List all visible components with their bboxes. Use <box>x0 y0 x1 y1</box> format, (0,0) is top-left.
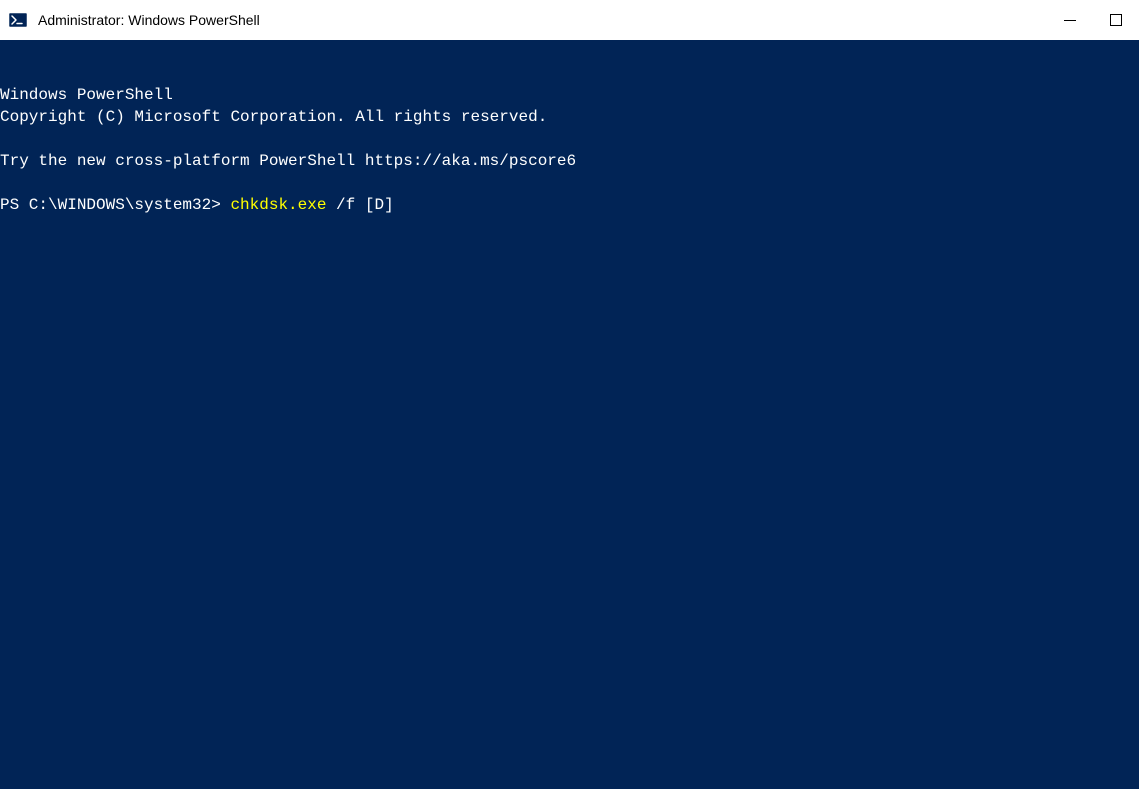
command-args: /f [D] <box>326 196 393 214</box>
terminal-area[interactable]: Windows PowerShell Copyright (C) Microso… <box>0 40 1139 789</box>
powershell-icon <box>8 10 28 30</box>
minimize-icon <box>1064 20 1076 21</box>
output-line: Copyright (C) Microsoft Corporation. All… <box>0 108 547 126</box>
maximize-icon <box>1110 14 1122 26</box>
window-controls <box>1047 0 1139 40</box>
window-title: Administrator: Windows PowerShell <box>38 12 260 28</box>
maximize-button[interactable] <box>1093 0 1139 40</box>
output-line: Windows PowerShell <box>0 86 173 104</box>
command-text: chkdsk.exe <box>230 196 326 214</box>
terminal-content: Windows PowerShell Copyright (C) Microso… <box>0 84 1139 216</box>
prompt-text: PS C:\WINDOWS\system32> <box>0 196 230 214</box>
minimize-button[interactable] <box>1047 0 1093 40</box>
powershell-window: Administrator: Windows PowerShell Window… <box>0 0 1139 789</box>
titlebar[interactable]: Administrator: Windows PowerShell <box>0 0 1139 40</box>
output-line: Try the new cross-platform PowerShell ht… <box>0 152 576 170</box>
prompt-line: PS C:\WINDOWS\system32> chkdsk.exe /f [D… <box>0 196 394 214</box>
